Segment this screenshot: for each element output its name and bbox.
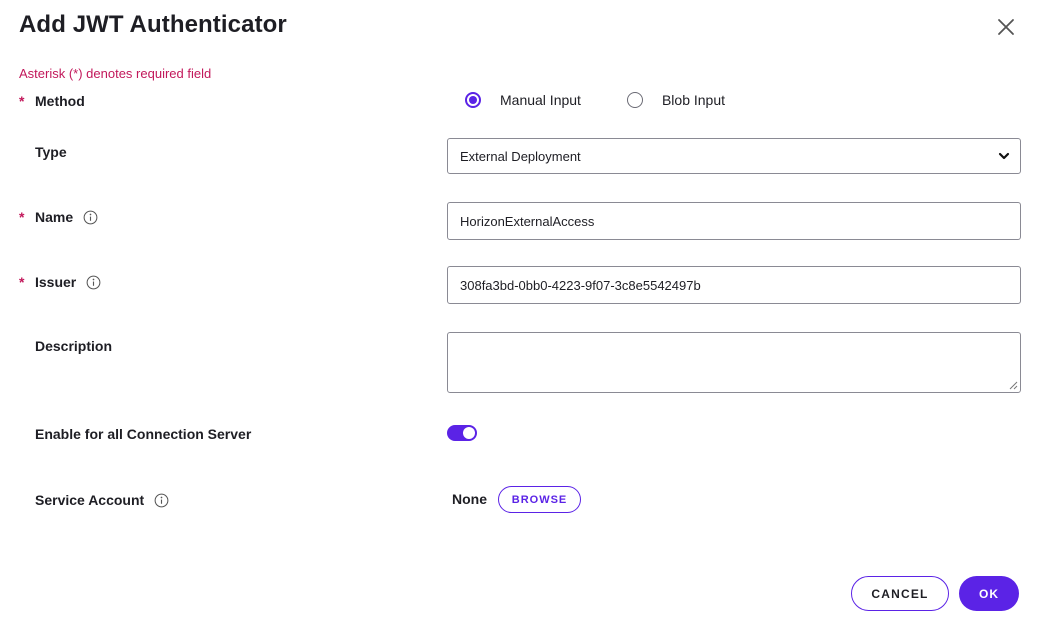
ok-button[interactable]: OK <box>959 576 1019 611</box>
toggle-knob <box>463 427 475 439</box>
service-account-value: None <box>452 491 487 507</box>
method-label: Method <box>35 93 85 109</box>
enable-all-label-row: Enable for all Connection Server <box>19 426 251 442</box>
radio-blob-input-label[interactable]: Blob Input <box>662 92 725 108</box>
required-asterisk: * <box>19 93 25 109</box>
type-select-value: External Deployment <box>460 148 581 164</box>
required-asterisk: * <box>19 209 25 225</box>
description-label-row: Description <box>19 338 112 354</box>
enable-all-toggle[interactable] <box>447 425 477 441</box>
add-jwt-authenticator-dialog: Add JWT Authenticator Asterisk (*) denot… <box>0 0 1047 623</box>
dialog-title: Add JWT Authenticator <box>19 11 287 38</box>
required-field-note: Asterisk (*) denotes required field <box>19 66 212 81</box>
name-label: Name <box>35 209 74 225</box>
name-label-row: * Name <box>19 209 98 225</box>
required-asterisk: * <box>19 274 25 290</box>
name-input[interactable] <box>447 202 1021 240</box>
description-textarea[interactable] <box>447 332 1021 393</box>
issuer-label: Issuer <box>35 274 77 290</box>
cancel-button[interactable]: CANCEL <box>851 576 949 611</box>
radio-manual-input[interactable] <box>465 92 481 108</box>
info-icon[interactable] <box>83 210 98 225</box>
info-icon[interactable] <box>86 275 101 290</box>
chevron-down-icon <box>998 152 1010 160</box>
type-select[interactable]: External Deployment <box>447 138 1021 174</box>
enable-all-label: Enable for all Connection Server <box>35 426 252 442</box>
issuer-input[interactable] <box>447 266 1021 304</box>
type-label-row: Type <box>19 144 67 160</box>
service-account-label-row: Service Account <box>19 492 169 508</box>
type-label: Type <box>35 144 67 160</box>
radio-blob-input[interactable] <box>626 92 643 108</box>
info-icon[interactable] <box>154 493 169 508</box>
description-label: Description <box>35 338 113 354</box>
method-radio-group: Manual Input Blob Input <box>465 92 725 108</box>
method-label-row: * Method <box>19 93 85 109</box>
radio-manual-input-label[interactable]: Manual Input <box>500 92 581 108</box>
close-icon[interactable] <box>994 15 1018 39</box>
service-account-label: Service Account <box>35 492 145 508</box>
issuer-label-row: * Issuer <box>19 274 101 290</box>
browse-button[interactable]: BROWSE <box>498 486 581 513</box>
